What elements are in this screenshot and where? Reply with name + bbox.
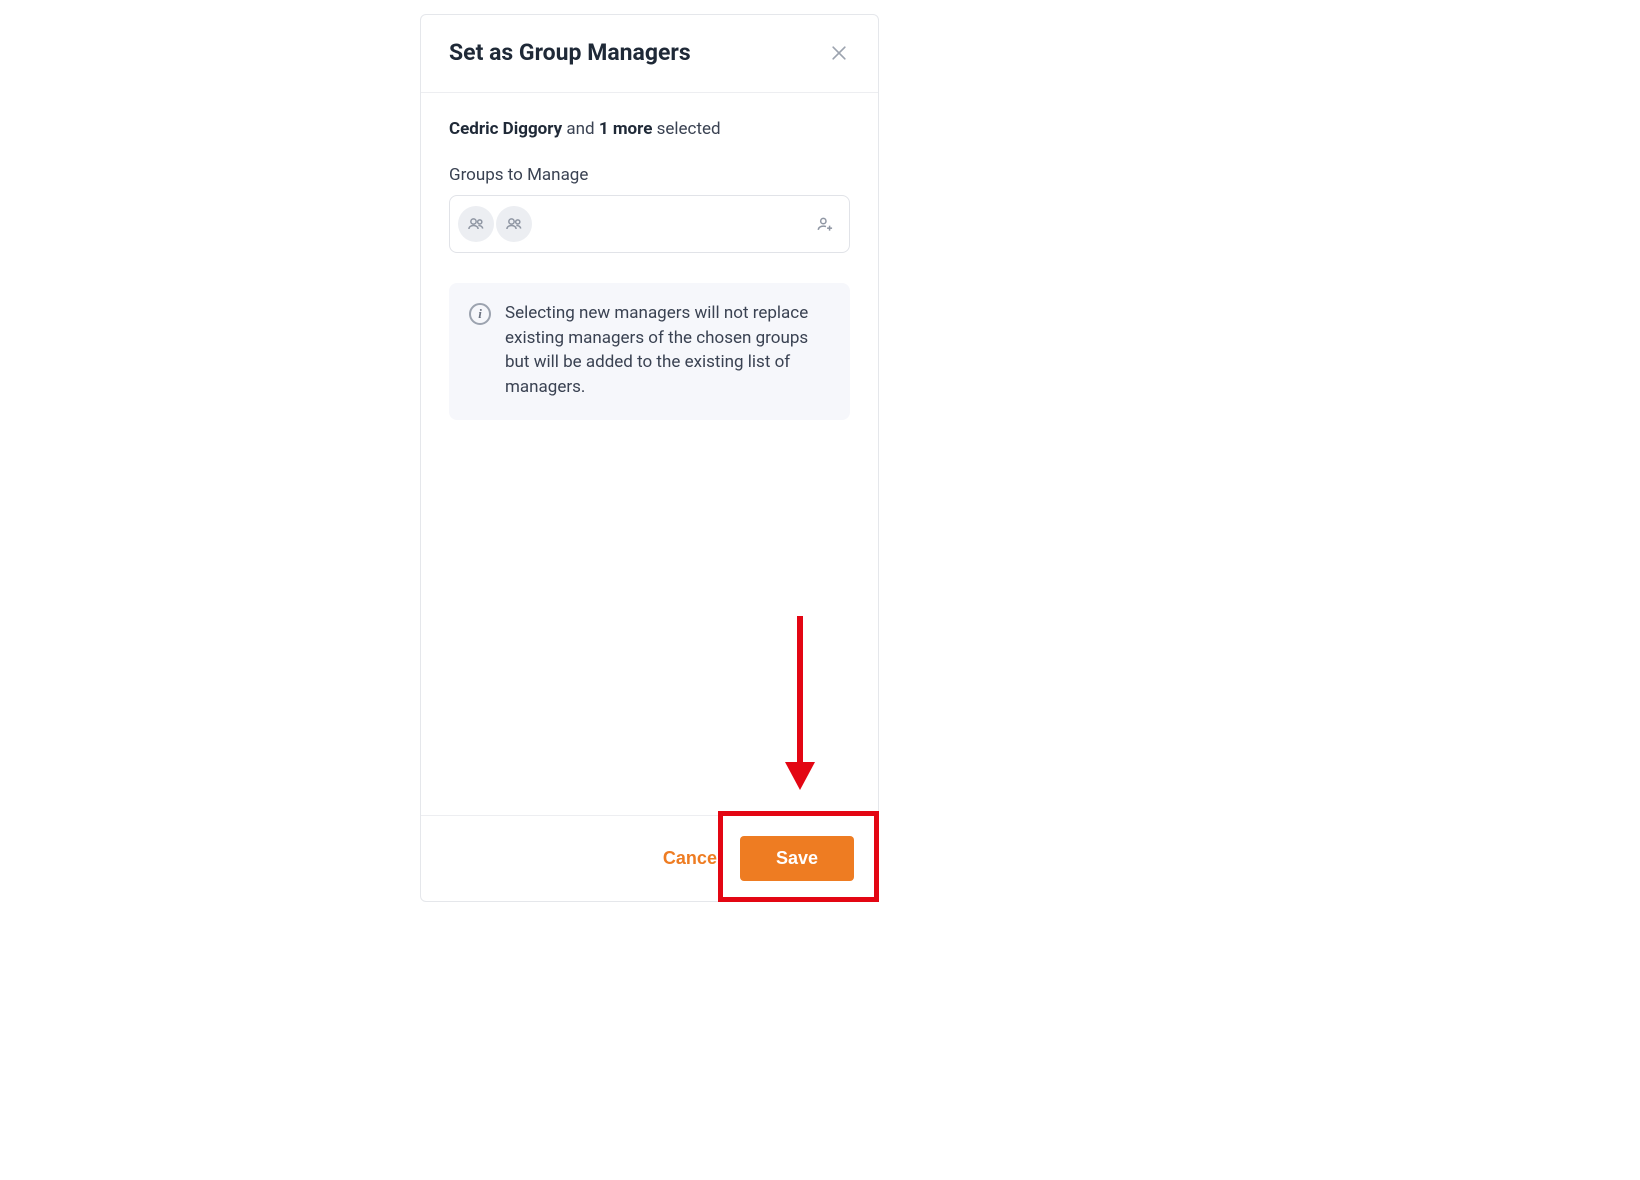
info-icon: i [469,303,491,325]
group-chip[interactable] [458,206,494,242]
info-text: Selecting new managers will not replace … [505,301,828,400]
group-chips [458,206,532,242]
close-icon [829,43,849,63]
set-group-managers-modal: Set as Group Managers Cedric Diggory and… [420,14,879,902]
selection-connector: and [562,119,599,139]
modal-body: Cedric Diggory and 1 more selected Group… [421,93,878,815]
selected-name: Cedric Diggory [449,119,562,139]
modal-footer: Cancel Save [421,815,878,901]
selection-suffix: selected [652,119,720,139]
close-button[interactable] [828,42,850,64]
modal-header: Set as Group Managers [421,15,878,93]
person-plus-icon [815,214,835,234]
info-box: i Selecting new managers will not replac… [449,283,850,420]
people-icon [466,214,486,234]
save-button[interactable]: Save [740,836,854,881]
modal-title: Set as Group Managers [449,39,691,66]
add-group-button[interactable] [815,214,835,234]
group-chip[interactable] [496,206,532,242]
cancel-button[interactable]: Cancel [663,848,722,869]
selected-more: 1 more [599,119,653,139]
selection-summary: Cedric Diggory and 1 more selected [449,119,850,139]
groups-select-input[interactable] [449,195,850,253]
people-icon [504,214,524,234]
groups-field-label: Groups to Manage [449,165,850,185]
